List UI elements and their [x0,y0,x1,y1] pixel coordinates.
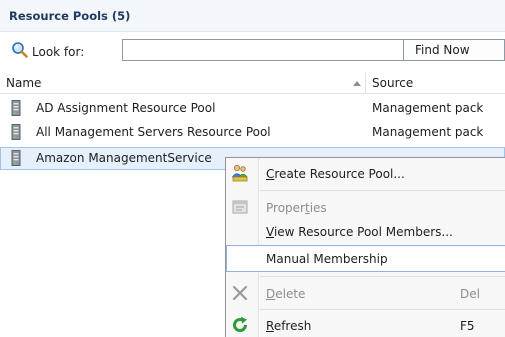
delete-icon [231,284,249,302]
table-row[interactable]: AD Assignment Resource Pool Management p… [0,97,505,120]
properties-icon [231,198,249,216]
row-name: AD Assignment Resource Pool [36,101,216,115]
menu-item-label: Create Resource Pool... [266,167,405,181]
menu-item-refresh[interactable]: Refresh F5 [226,312,505,337]
magnifier-icon [11,41,29,59]
menu-item-delete[interactable]: Delete Del [226,280,505,307]
menu-item-label: Properties [266,201,327,215]
row-source: Management pack [372,125,484,139]
resource-pool-icon [11,150,21,166]
menu-separator [260,190,505,191]
column-header-source[interactable]: Source [372,72,413,94]
resource-pool-icon [11,124,21,140]
menu-item-label: Delete [266,287,306,301]
look-for-label: Look for: [32,45,85,59]
menu-item-label: Manual Membership [266,252,388,266]
column-header-name[interactable]: Name [0,72,366,94]
column-headers: Name Source [0,72,505,94]
row-name: All Management Servers Resource Pool [36,125,271,139]
sort-ascending-icon [353,81,361,86]
menu-separator [260,309,505,310]
table-row[interactable]: All Management Servers Resource Pool Man… [0,121,505,144]
menu-item-shortcut: F5 [460,319,475,333]
row-source: Management pack [372,101,484,115]
menu-item-view-resource-pool-members[interactable]: View Resource Pool Members... [226,218,505,245]
refresh-icon [231,316,249,334]
resource-pool-icon [11,100,21,116]
search-input[interactable] [122,39,404,61]
menu-item-properties[interactable]: Properties [226,194,505,221]
menu-item-label: View Resource Pool Members... [266,225,453,239]
find-now-button[interactable]: Find Now [404,39,505,61]
menu-item-shortcut: Del [460,287,480,301]
row-name: Amazon ManagementService [36,151,212,165]
create-pool-icon [231,164,249,182]
menu-item-create-resource-pool[interactable]: Create Resource Pool... [226,160,505,187]
menu-item-label: Refresh [266,319,312,333]
search-bar: Look for: Find Now [0,32,505,72]
context-menu: Create Resource Pool... Properties View … [225,157,505,337]
pane-header: Resource Pools (5) [0,0,505,32]
menu-item-manual-membership[interactable]: Manual Membership [226,245,505,272]
menu-separator [260,276,505,277]
pane-title: Resource Pools (5) [9,9,131,23]
